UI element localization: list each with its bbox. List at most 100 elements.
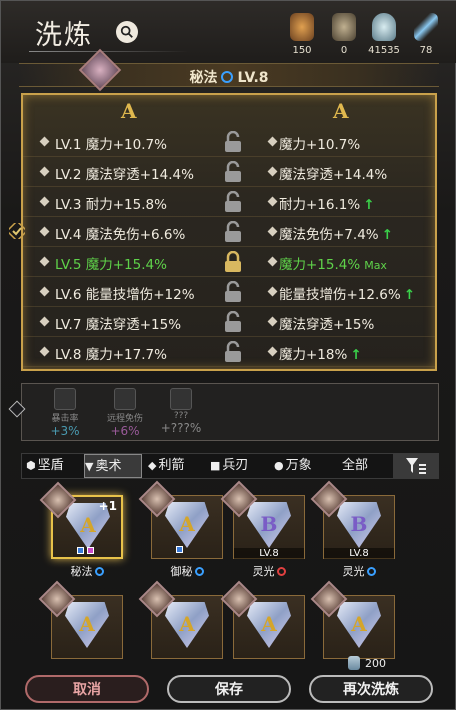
- unlock-icon[interactable]: [223, 281, 243, 303]
- potion-icon: [348, 656, 360, 670]
- stone-icon: [332, 13, 356, 41]
- tab-shield[interactable]: ⬢ 坚盾: [26, 454, 84, 478]
- bullet-icon: [267, 196, 278, 207]
- bullet-icon: [267, 286, 278, 297]
- arrow-up-icon: ↑: [403, 287, 416, 303]
- rune-card[interactable]: B LV.8: [310, 480, 395, 559]
- current-attribute: LV.4 魔法免伤+6.6%: [55, 227, 186, 243]
- rune-gem-icon: A: [165, 502, 209, 548]
- bullet-icon: [39, 166, 50, 177]
- socket-icon: [176, 546, 183, 553]
- attribute-row: LV.7 魔法穿透+15% 魔法穿透+15%: [23, 307, 435, 337]
- search-icon[interactable]: [116, 21, 138, 43]
- bullet-icon: [39, 196, 50, 207]
- socket-icon: [77, 547, 84, 554]
- check-icon: [9, 223, 25, 239]
- new-attribute: 耐力+16.1% ↑: [279, 197, 375, 213]
- tab-blade[interactable]: ■ 兵刃: [210, 454, 270, 478]
- locked-bonus-icon: [170, 388, 192, 410]
- rune-card[interactable]: A: [310, 580, 395, 659]
- attributes-panel: A A LV.1 魔力+10.7% 魔力+10.7% LV.2 魔法穿透+14.4%…: [21, 93, 437, 371]
- current-grade-label: A: [121, 99, 137, 123]
- arrow-up-icon: ↑: [363, 197, 375, 213]
- current-attribute: LV.1 魔力+10.7%: [55, 137, 167, 153]
- card-level: LV.8: [234, 548, 304, 559]
- resource-ore: 150: [285, 13, 319, 56]
- tab-arrow[interactable]: ◆ 利箭: [148, 454, 208, 478]
- resource-feather: 78: [409, 13, 443, 56]
- bullet-icon: [39, 226, 50, 237]
- bonus-item: 远程免伤 +6%: [96, 388, 154, 438]
- bullet-icon: [267, 256, 278, 267]
- unlock-icon[interactable]: [223, 131, 243, 153]
- potion-icon: [372, 13, 396, 41]
- attribute-row: LV.2 魔法穿透+14.4% 魔法穿透+14.4%: [23, 157, 435, 187]
- arrow-up-icon: ↑: [350, 347, 362, 363]
- crit-icon: [54, 388, 76, 410]
- bullet-icon: [267, 316, 278, 327]
- rune-gem-icon: A: [247, 602, 291, 648]
- rune-gem-icon: A: [337, 602, 381, 648]
- attribute-row: LV.1 魔力+10.7% 魔力+10.7%: [23, 127, 435, 157]
- tab-arcane[interactable]: ▼ 奥术: [84, 454, 142, 478]
- element-swirl-icon: [276, 567, 286, 576]
- attribute-row: LV.4 魔法免伤+6.6% 魔法免伤+7.4% ↑: [23, 217, 435, 247]
- bullet-icon: [267, 166, 278, 177]
- rune-gem-icon: B: [247, 502, 291, 548]
- rune-gem-icon: A: [165, 602, 209, 648]
- shield-icon: [114, 388, 136, 410]
- socket-chips: [77, 547, 94, 554]
- header: 洗炼 150 0 41535 78: [1, 1, 456, 63]
- rune-gem-icon: A: [65, 602, 109, 648]
- feather-icon: [414, 13, 438, 41]
- current-attribute: LV.6 能量技增伤+12%: [55, 287, 195, 303]
- refine-again-button[interactable]: 再次洗炼: [309, 675, 433, 703]
- unlock-icon[interactable]: [223, 311, 243, 333]
- lock-icon[interactable]: [223, 251, 243, 273]
- rune-card[interactable]: A: [138, 480, 223, 559]
- save-button[interactable]: 保存: [167, 675, 291, 703]
- current-attribute: LV.2 魔法穿透+14.4%: [55, 167, 194, 183]
- tab-all-things[interactable]: ● 万象: [274, 454, 334, 478]
- new-grade-label: A: [333, 99, 349, 123]
- tab-all[interactable]: 全部: [342, 454, 392, 478]
- new-attribute: 魔力+15.4% Max: [279, 257, 387, 273]
- card-level: LV.8: [324, 548, 394, 559]
- bullet-icon: [39, 286, 50, 297]
- set-bonus-panel: 暴击率 +3% 远程免伤 +6% ??? +???%: [21, 383, 439, 441]
- socket-chips: [176, 546, 183, 553]
- unlock-icon[interactable]: [223, 191, 243, 213]
- filter-icon[interactable]: [393, 453, 439, 479]
- bonus-item: 暴击率 +3%: [36, 388, 94, 438]
- current-attribute: LV.5 魔力+15.4%: [55, 257, 167, 273]
- bullet-icon: [39, 316, 50, 327]
- new-attribute: 能量技增伤+12.6% ↑: [279, 287, 416, 303]
- ore-icon: [290, 13, 314, 41]
- rune-card[interactable]: A: [220, 580, 305, 659]
- rune-card[interactable]: A: [138, 580, 223, 659]
- cancel-button[interactable]: 取消: [25, 675, 149, 703]
- element-swirl-icon: [94, 567, 104, 576]
- unlock-icon[interactable]: [223, 341, 243, 363]
- bullet-icon: [267, 226, 278, 237]
- new-attribute: 魔力+18% ↑: [279, 347, 362, 363]
- rune-card[interactable]: A +1: [39, 481, 123, 559]
- upgrade-badge: +1: [98, 499, 117, 513]
- refine-cost: 200: [348, 656, 386, 670]
- unlock-icon[interactable]: [223, 221, 243, 243]
- bullet-icon: [267, 136, 278, 147]
- rune-card[interactable]: A: [38, 580, 123, 659]
- card-name: 灵光: [229, 563, 309, 579]
- current-attribute: LV.8 魔力+17.7%: [55, 347, 167, 363]
- resource-potion: 41535: [367, 13, 401, 56]
- rune-gem-icon: B: [337, 502, 381, 548]
- attribute-row: LV.5 魔力+15.4% 魔力+15.4% Max: [23, 247, 435, 277]
- bullet-icon: [39, 256, 50, 267]
- bullet-icon: [39, 346, 50, 357]
- card-name: 灵光: [319, 563, 399, 579]
- unlock-icon[interactable]: [223, 161, 243, 183]
- rune-card[interactable]: B LV.8: [220, 480, 305, 559]
- new-attribute: 魔法免伤+7.4% ↑: [279, 227, 393, 243]
- class-filter-tabs: ⬢ 坚盾 ▼ 奥术 ◆ 利箭 ■ 兵刃 ● 万象 全部: [21, 453, 439, 479]
- current-attribute: LV.3 耐力+15.8%: [55, 197, 167, 213]
